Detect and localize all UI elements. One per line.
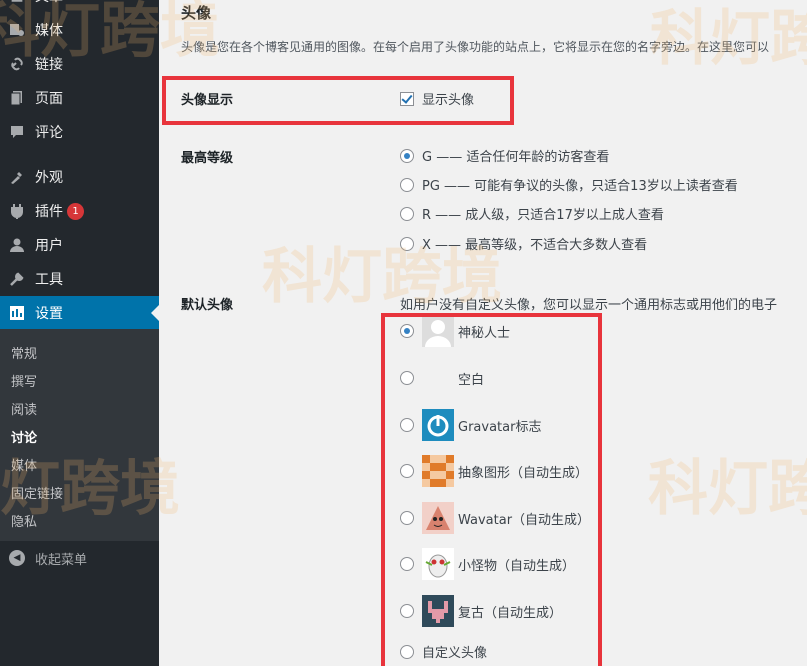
rating-radio[interactable] xyxy=(400,148,414,163)
sidebar-item-label: 设置 xyxy=(35,306,63,322)
sidebar-item-label: 工具 xyxy=(35,272,63,288)
sidebar-item-pages[interactable]: 页面 xyxy=(0,81,159,115)
rating-radio[interactable] xyxy=(400,236,414,251)
rating-option-r[interactable]: R —— 成人级，只适合17岁以上成人查看 xyxy=(400,204,664,223)
sidebar-item-tools[interactable]: 工具 xyxy=(0,262,159,296)
page-icon xyxy=(9,90,25,106)
user-icon xyxy=(9,237,25,253)
settings-submenu: 常规 撰写 阅读 讨论 媒体 固定链接 隐私 xyxy=(0,329,159,541)
sidebar-item-label: 页面 xyxy=(35,91,63,107)
highlight-box-show-avatars xyxy=(162,76,514,125)
plugin-icon xyxy=(9,203,25,219)
submenu-item-permalinks[interactable]: 固定链接 xyxy=(11,483,63,502)
sidebar-item-label: 用户 xyxy=(35,238,63,254)
sidebar-item-label: 插件 xyxy=(35,204,63,220)
rating-option-label: PG —— 可能有争议的头像，只适合13岁以上读者查看 xyxy=(422,179,738,194)
default-avatar-description: 如用户没有自定义头像，您可以显示一个通用标志或用他们的电子 xyxy=(400,298,778,313)
media-icon xyxy=(9,22,25,38)
submenu-item-writing[interactable]: 撰写 xyxy=(11,371,37,390)
max-rating-label: 最高等级 xyxy=(181,151,234,166)
sidebar-item-label: 文章 xyxy=(35,0,63,6)
submenu-item-general[interactable]: 常规 xyxy=(11,343,37,362)
sidebar-item-label: 链接 xyxy=(35,57,63,73)
sidebar-item-label: 媒体 xyxy=(35,23,63,39)
sidebar-item-appearance[interactable]: 外观 xyxy=(0,160,159,194)
default-avatar-label: 默认头像 xyxy=(181,298,234,313)
sidebar-item-posts[interactable]: ■ 文章 xyxy=(0,0,159,6)
comment-icon xyxy=(9,124,25,140)
highlight-box-default-avatar xyxy=(381,313,602,666)
tools-icon xyxy=(9,271,25,287)
sidebar-item-links[interactable]: 链接 xyxy=(0,47,159,81)
collapse-menu-button[interactable]: ◀ 收起菜单 xyxy=(0,545,87,571)
submenu-item-reading[interactable]: 阅读 xyxy=(11,399,37,418)
rating-option-label: X —— 最高等级，不适合大多数人查看 xyxy=(422,238,648,253)
submenu-item-media[interactable]: 媒体 xyxy=(11,455,37,474)
rating-radio[interactable] xyxy=(400,177,414,192)
update-count-badge: 1 xyxy=(67,202,84,220)
sidebar-item-comments[interactable]: 评论 xyxy=(0,115,159,149)
sidebar-item-plugins[interactable]: 插件 1 xyxy=(0,194,159,228)
rating-option-label: G —— 适合任何年龄的访客查看 xyxy=(422,150,610,165)
settings-content: 头像 头像是您在各个博客见通用的图像。在每个启用了头像功能的站点上，它将显示在您… xyxy=(159,0,807,666)
rating-option-pg[interactable]: PG —— 可能有争议的头像，只适合13岁以上读者查看 xyxy=(400,175,738,194)
submenu-item-privacy[interactable]: 隐私 xyxy=(11,511,37,530)
collapse-menu-label: 收起菜单 xyxy=(35,552,88,568)
section-description: 头像是您在各个博客见通用的图像。在每个启用了头像功能的站点上，它将显示在您的名字… xyxy=(181,40,770,54)
rating-option-label: R —— 成人级，只适合17岁以上成人查看 xyxy=(422,208,664,223)
sidebar-item-media[interactable]: 媒体 xyxy=(0,13,159,47)
submenu-item-discussion[interactable]: 讨论 xyxy=(11,427,37,446)
section-title: 头像 xyxy=(181,4,212,22)
collapse-arrow-icon: ◀ xyxy=(9,550,25,566)
link-icon xyxy=(9,56,25,72)
rating-radio[interactable] xyxy=(400,206,414,221)
sidebar-item-users[interactable]: 用户 xyxy=(0,228,159,262)
sidebar-item-settings[interactable]: 设置 xyxy=(0,296,159,330)
rating-option-x[interactable]: X —— 最高等级，不适合大多数人查看 xyxy=(400,234,647,253)
sidebar-item-label: 外观 xyxy=(35,170,63,186)
settings-icon xyxy=(9,305,25,321)
admin-sidebar: ■ 文章 媒体 链接 页面 评论 外观 插件 1 xyxy=(0,0,159,666)
rating-option-g[interactable]: G —— 适合任何年龄的访客查看 xyxy=(400,146,609,165)
posts-icon: ■ xyxy=(9,0,25,4)
appearance-icon xyxy=(9,169,25,185)
sidebar-item-label: 评论 xyxy=(35,125,63,141)
